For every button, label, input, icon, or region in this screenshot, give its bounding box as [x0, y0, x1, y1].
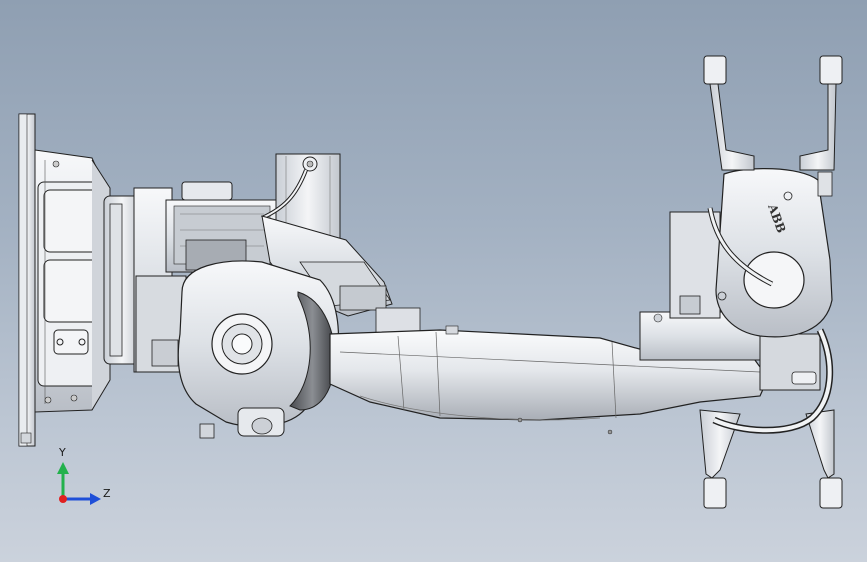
axis2-motor	[165, 181, 277, 273]
base-plate	[18, 113, 36, 447]
z-axis-arrowhead	[90, 493, 101, 505]
axis3-joint	[177, 260, 339, 439]
cad-viewport[interactable]: ABB Y Z	[0, 0, 867, 562]
robot-arm-model[interactable]: ABB Y Z	[0, 0, 867, 562]
y-axis-label: Y	[58, 446, 66, 459]
axis6-motor: ABB	[707, 168, 833, 338]
axis-triad: Y Z	[57, 446, 111, 505]
y-axis-arrowhead	[57, 462, 69, 474]
base-housing	[34, 149, 111, 413]
x-axis-point	[59, 495, 67, 503]
z-axis-label: Z	[103, 487, 111, 500]
